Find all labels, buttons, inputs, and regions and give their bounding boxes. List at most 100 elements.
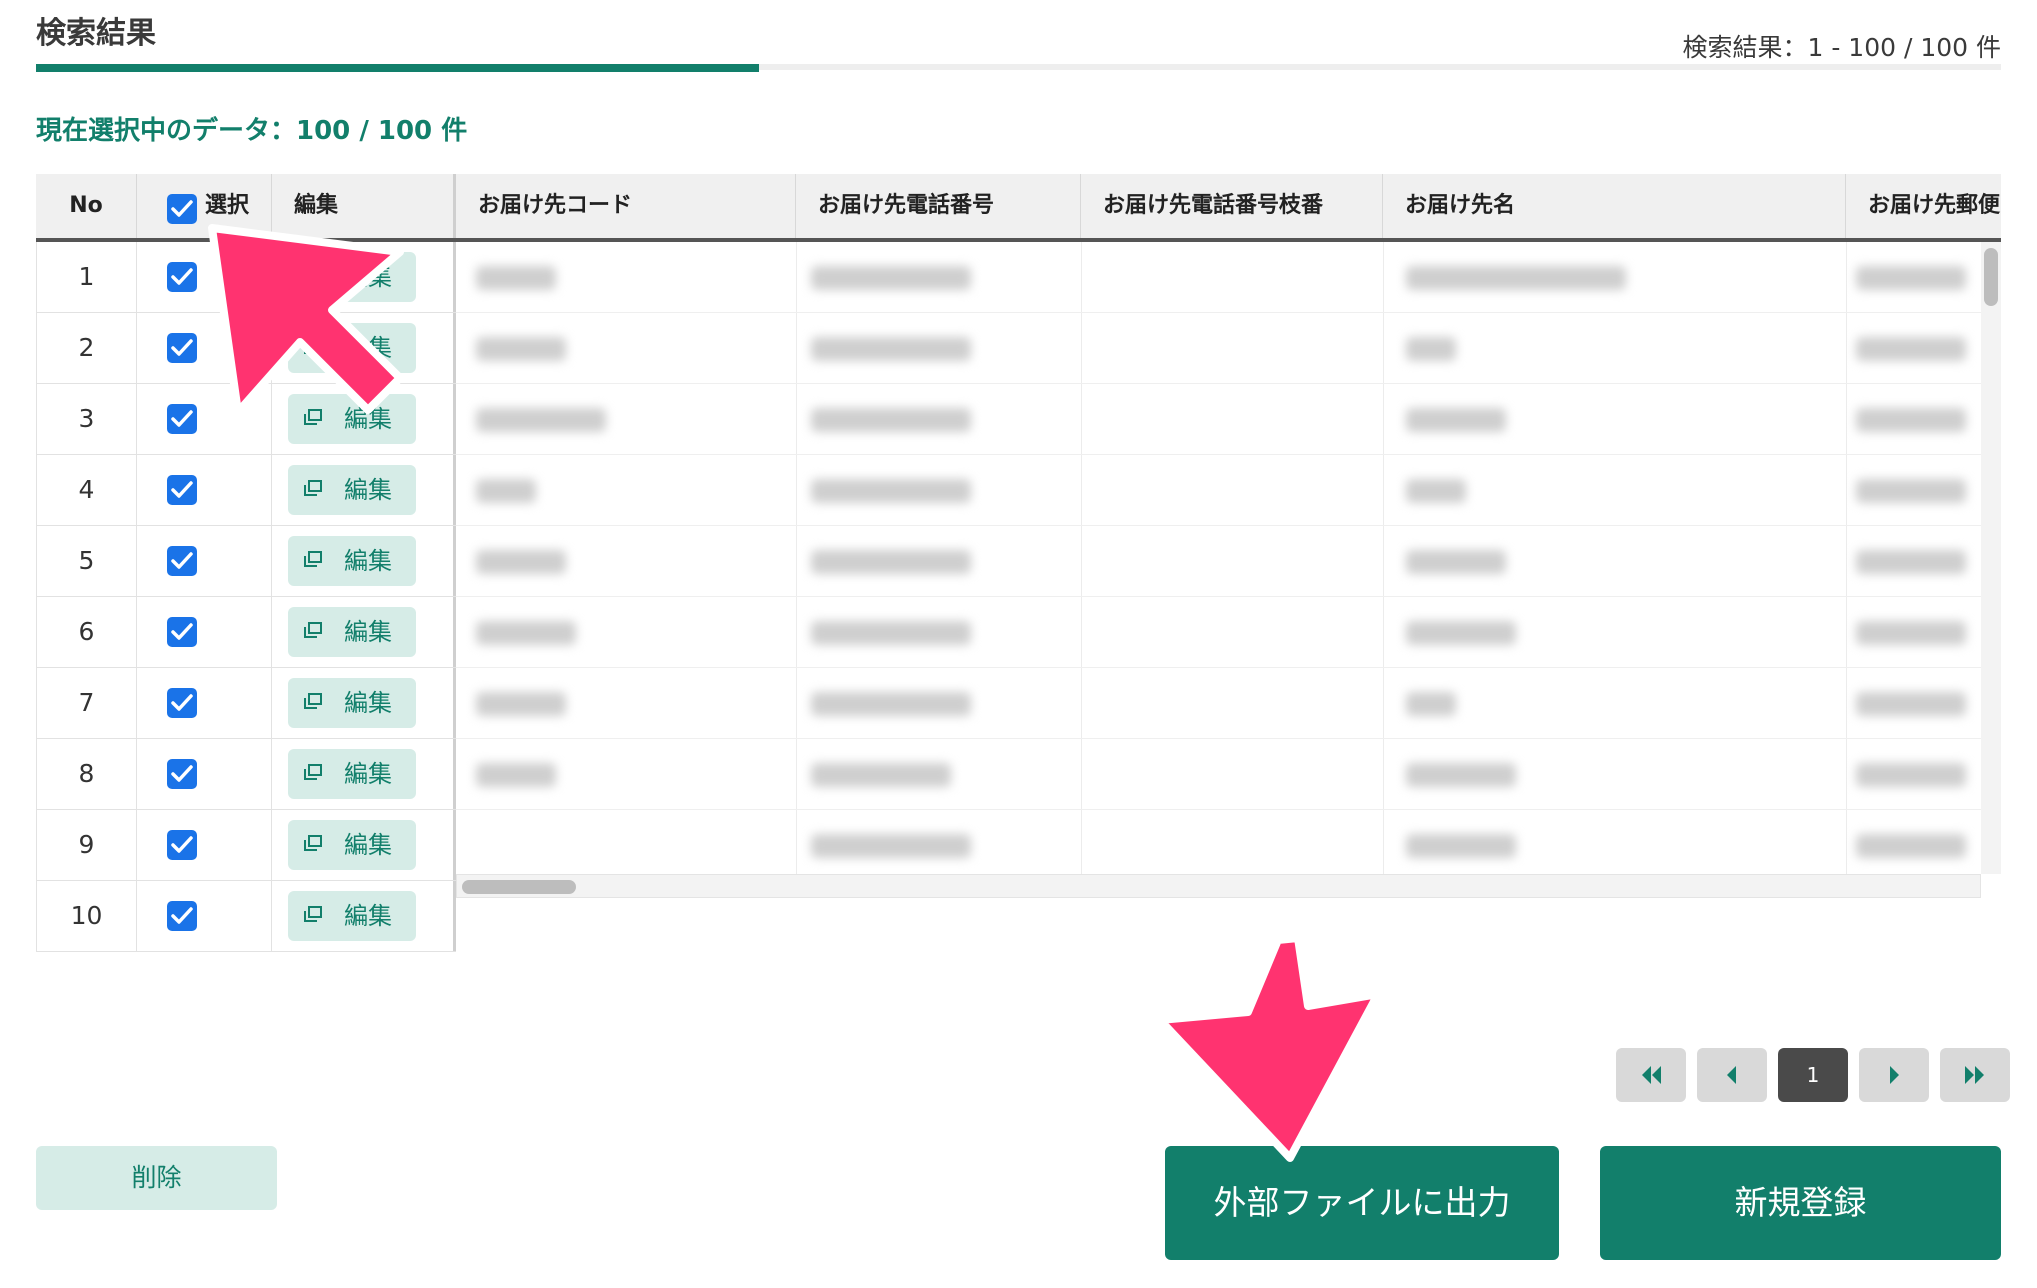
double-chevron-left-icon [1642,1066,1661,1084]
row-checkbox[interactable] [167,262,197,292]
row-number: 1 [36,242,137,312]
redacted-cell [1856,337,1966,361]
redacted-cell [811,692,971,716]
edit-button[interactable]: 編集 [288,891,416,941]
redacted-cell [1406,763,1516,787]
page-1-button[interactable]: 1 [1778,1048,1848,1102]
prev-page-button[interactable] [1697,1048,1767,1102]
edit-button[interactable]: 編集 [288,820,416,870]
redacted-cell [1406,266,1626,290]
redacted-cell [811,337,971,361]
edit-button-label: 編集 [344,902,392,930]
edit-button[interactable]: 編集 [288,536,416,586]
table-row [456,739,1981,810]
redacted-cell [476,479,536,503]
check-icon [171,200,193,217]
row-number: 10 [36,881,137,951]
check-icon [171,765,193,782]
table-scroll-area[interactable] [456,242,1981,874]
edit-button[interactable]: 編集 [288,323,416,373]
edit-button[interactable]: 編集 [288,607,416,657]
check-icon [171,623,193,640]
open-window-icon [304,693,322,709]
check-icon [171,694,193,711]
select-column-label: 選択 [205,193,250,218]
edit-button-label: 編集 [344,476,392,504]
redacted-cell [811,621,971,645]
row-checkbox[interactable] [167,546,197,576]
redacted-cell [476,550,566,574]
check-icon [171,836,193,853]
edit-button-label: 編集 [344,831,392,859]
column-header-delivery-postal[interactable]: お届け先郵便 [1846,174,2001,238]
edit-button[interactable]: 編集 [288,678,416,728]
edit-button[interactable]: 編集 [288,252,416,302]
open-window-icon [304,267,322,283]
open-window-icon [304,835,322,851]
table-row: 1 編集 [36,242,456,313]
redacted-cell [811,266,971,290]
table-row: 2 編集 [36,313,456,384]
edit-button-label: 編集 [344,263,392,291]
table-fixed-columns: 1 編集 2 編集 3 編集 4 編集 5 編集 6 編集 7 編集 8 編集 … [36,242,456,952]
edit-button[interactable]: 編集 [288,394,416,444]
row-checkbox[interactable] [167,475,197,505]
open-window-icon [304,409,322,425]
horizontal-scrollbar[interactable] [456,874,1981,898]
redacted-cell [1856,479,1966,503]
row-number: 7 [36,668,137,738]
edit-button[interactable]: 編集 [288,465,416,515]
result-count: 検索結果：1 - 100 / 100 件 [1682,33,2001,62]
delete-button[interactable]: 削除 [36,1146,277,1210]
table-header: No 選択 編集 お届け先コード お届け先電話番号 お届け先電話番号枝番 お届け… [36,174,2001,242]
table-row [456,526,1981,597]
double-chevron-right-icon [1965,1066,1984,1084]
row-number: 4 [36,455,137,525]
open-window-icon [304,480,322,496]
column-header-delivery-name[interactable]: お届け先名 [1383,174,1846,238]
redacted-cell [476,266,556,290]
table-row: 6 編集 [36,597,456,668]
row-number: 8 [36,739,137,809]
row-checkbox[interactable] [167,688,197,718]
table-row [456,597,1981,668]
row-checkbox[interactable] [167,333,197,363]
row-checkbox[interactable] [167,830,197,860]
edit-button[interactable]: 編集 [288,749,416,799]
table-row [456,313,1981,384]
new-registration-button[interactable]: 新規登録 [1600,1146,2001,1260]
vertical-scrollbar[interactable] [1981,242,2001,874]
selected-count: 現在選択中のデータ：100 / 100 件 [36,116,468,146]
row-checkbox[interactable] [167,617,197,647]
vertical-scrollbar-thumb[interactable] [1984,248,1998,306]
title-divider-accent [36,64,759,72]
export-file-button[interactable]: 外部ファイルに出力 [1165,1146,1559,1260]
table-row: 8 編集 [36,739,456,810]
table-row [456,810,1981,874]
row-checkbox[interactable] [167,901,197,931]
redacted-cell [1406,337,1456,361]
table-row: 7 編集 [36,668,456,739]
last-page-button[interactable] [1940,1048,2010,1102]
column-header-delivery-phone-branch[interactable]: お届け先電話番号枝番 [1081,174,1383,238]
redacted-cell [1406,408,1506,432]
horizontal-scrollbar-thumb[interactable] [462,880,576,894]
next-page-button[interactable] [1859,1048,1929,1102]
results-table: No 選択 編集 お届け先コード お届け先電話番号 お届け先電話番号枝番 お届け… [36,174,2001,974]
row-checkbox[interactable] [167,404,197,434]
column-header-delivery-phone[interactable]: お届け先電話番号 [796,174,1081,238]
first-page-button[interactable] [1616,1048,1686,1102]
open-window-icon [304,551,322,567]
table-row: 3 編集 [36,384,456,455]
redacted-cell [811,408,971,432]
redacted-cell [811,763,951,787]
redacted-cell [1856,763,1966,787]
open-window-icon [304,338,322,354]
select-all-checkbox[interactable] [167,194,197,224]
column-header-delivery-code[interactable]: お届け先コード [456,174,796,238]
row-number: 3 [36,384,137,454]
table-row: 4 編集 [36,455,456,526]
redacted-cell [1406,550,1506,574]
edit-button-label: 編集 [344,405,392,433]
row-checkbox[interactable] [167,759,197,789]
